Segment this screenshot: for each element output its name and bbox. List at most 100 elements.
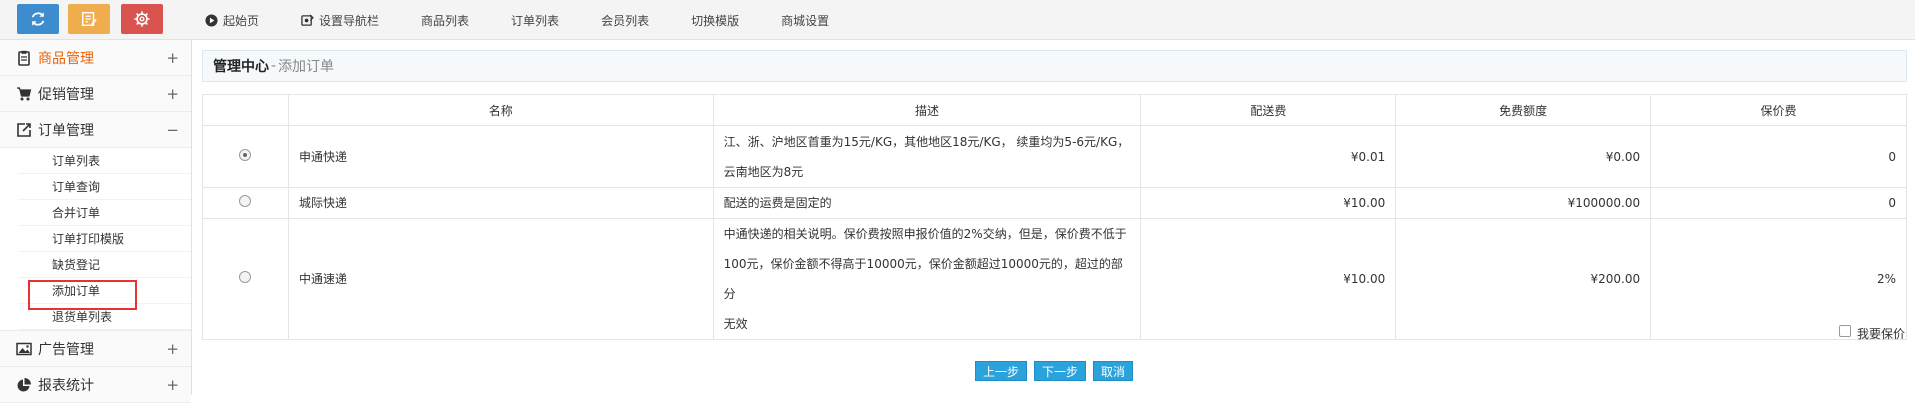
menu-ad-management[interactable]: 广告管理 + <box>0 331 191 367</box>
shipping-description: 江、浙、沪地区首重为15元/KG，其他地区18元/KG， 续重均为5-6元/KG… <box>712 125 1142 188</box>
submenu-order-query[interactable]: 订单查询 <box>18 174 191 200</box>
clipboard-icon <box>16 50 32 66</box>
insure-checkbox[interactable] <box>1839 324 1851 337</box>
desc-line: 无效 <box>723 317 748 331</box>
desc-line: 中通快递的相关说明。保价费按照申报价值的2%交纳，但是，保价费不低于 <box>723 227 1127 241</box>
expand-toggle[interactable]: + <box>166 376 179 394</box>
menu-label: 广告管理 <box>38 341 94 358</box>
col-description: 描述 <box>712 94 1142 126</box>
nav-label: 起始页 <box>223 13 260 28</box>
desc-line: 云南地区为8元 <box>723 164 804 179</box>
col-select <box>202 94 289 126</box>
table-header-row: 名称 描述 配送费 免费额度 保价费 <box>202 94 1907 126</box>
col-shipping-fee: 配送费 <box>1140 94 1397 126</box>
play-circle-icon <box>205 13 218 27</box>
menu-goods-management[interactable]: 商品管理 + <box>0 40 191 76</box>
nav-switch-template[interactable]: 切换模版 <box>691 12 739 29</box>
shipping-name: 城际快递 <box>287 187 714 219</box>
insure-label: 我要保价 <box>1857 327 1906 341</box>
shipping-description: 中通快递的相关说明。保价费按照申报价值的2%交纳，但是，保价费不低于 100元，… <box>712 218 1142 340</box>
next-step-button[interactable]: 下一步 <box>1034 361 1087 381</box>
col-free-amount: 免费额度 <box>1395 94 1652 126</box>
shipping-fee: ¥10.00 <box>1140 187 1397 219</box>
refresh-icon <box>31 12 45 26</box>
submenu-out-of-stock[interactable]: 缺货登记 <box>18 252 191 278</box>
free-amount: ¥0.00 <box>1395 125 1652 188</box>
insure-option[interactable]: 我要保价 <box>1839 324 1906 342</box>
nav-label: 订单列表 <box>511 13 560 28</box>
nav-label: 切换模版 <box>691 13 740 28</box>
submenu-merge-orders[interactable]: 合并订单 <box>18 200 191 226</box>
nav-order-list[interactable]: 订单列表 <box>511 12 559 29</box>
submenu-order-print-template[interactable]: 订单打印模版 <box>18 226 191 252</box>
table-row[interactable]: 中通速递 中通快递的相关说明。保价费按照申报价值的2%交纳，但是，保价费不低于 … <box>202 218 1907 340</box>
edit-note-icon <box>81 11 97 27</box>
radio-cell <box>202 187 289 219</box>
nav-member-list[interactable]: 会员列表 <box>601 12 649 29</box>
notes-button[interactable] <box>68 4 110 34</box>
image-icon <box>16 341 32 357</box>
free-amount: ¥100000.00 <box>1395 187 1652 219</box>
nav-label: 会员列表 <box>601 13 650 28</box>
shipping-name: 中通速递 <box>287 218 714 340</box>
expand-toggle[interactable]: + <box>166 85 179 103</box>
breadcrumb-current: 添加订单 <box>278 59 335 75</box>
col-name: 名称 <box>287 94 714 126</box>
shipping-radio[interactable] <box>239 271 252 283</box>
main-content: 管理中心 - 添加订单 名称 描述 配送费 免费额度 保价费 申通快递 江、浙、 <box>202 50 1907 381</box>
cart-icon <box>16 86 32 102</box>
shipping-description: 配送的运费是固定的 <box>712 187 1142 219</box>
external-edit-icon <box>16 122 32 138</box>
nav-label: 设置导航栏 <box>319 13 380 28</box>
shipping-fee: ¥0.01 <box>1140 125 1397 188</box>
nav-goods-list[interactable]: 商品列表 <box>421 12 469 29</box>
submenu-order-list[interactable]: 订单列表 <box>18 148 191 174</box>
menu-label: 报表统计 <box>38 377 94 394</box>
shipping-name: 申通快递 <box>287 125 714 188</box>
menu-report-statistics[interactable]: 报表统计 + <box>0 367 191 403</box>
shipping-radio[interactable] <box>239 195 252 207</box>
cancel-button[interactable]: 取消 <box>1093 361 1134 381</box>
insurance-fee: 2% <box>1650 218 1907 340</box>
nav-label: 商城设置 <box>781 13 830 28</box>
shipping-table: 名称 描述 配送费 免费额度 保价费 申通快递 江、浙、沪地区首重为15元/KG… <box>202 94 1907 340</box>
shipping-fee: ¥10.00 <box>1140 218 1397 340</box>
menu-label: 商品管理 <box>38 50 94 67</box>
table-row[interactable]: 申通快递 江、浙、沪地区首重为15元/KG，其他地区18元/KG， 续重均为5-… <box>202 125 1907 188</box>
desc-line: 江、浙、沪地区首重为15元/KG，其他地区18元/KG， 续重均为5-6元/KG… <box>723 134 1130 149</box>
nav-start-page[interactable]: 起始页 <box>205 12 259 29</box>
settings-button[interactable] <box>121 4 163 34</box>
insurance-fee: 0 <box>1650 187 1907 219</box>
refresh-button[interactable] <box>17 4 59 34</box>
sidebar: 商品管理 + 促销管理 + 订单管理 − 订单列表 订单查询 合并订单 订单打印… <box>0 40 192 403</box>
top-toolbar: 起始页 设置导航栏 商品列表 订单列表 会员列表 切换模版 商城设置 <box>0 0 1915 40</box>
settings-edit-icon <box>301 14 314 26</box>
breadcrumb: 管理中心 - 添加订单 <box>202 50 1907 82</box>
radio-cell <box>202 218 289 340</box>
shipping-radio[interactable] <box>239 148 252 161</box>
expand-toggle[interactable]: + <box>166 340 179 358</box>
menu-label: 订单管理 <box>38 122 94 139</box>
submenu-add-order[interactable]: 添加订单 <box>18 278 191 310</box>
nav-set-navbar[interactable]: 设置导航栏 <box>301 12 379 29</box>
submenu-return-list[interactable]: 退货单列表 <box>18 304 191 330</box>
nav-shop-settings[interactable]: 商城设置 <box>781 12 829 29</box>
expand-toggle[interactable]: + <box>166 49 179 67</box>
desc-line: 100元，保价金额不得高于10000元，保价金额超过10000元的，超过的部分 <box>723 257 1123 301</box>
free-amount: ¥200.00 <box>1395 218 1652 340</box>
menu-promotion-management[interactable]: 促销管理 + <box>0 76 191 112</box>
radio-cell <box>202 125 289 188</box>
top-nav: 起始页 设置导航栏 商品列表 订单列表 会员列表 切换模版 商城设置 <box>205 0 871 40</box>
order-submenu: 订单列表 订单查询 合并订单 订单打印模版 缺货登记 添加订单 退货单列表 <box>0 148 191 331</box>
menu-order-management[interactable]: 订单管理 − <box>0 112 191 148</box>
gear-icon <box>134 11 150 27</box>
insurance-fee: 0 <box>1650 125 1907 188</box>
form-actions: 上一步 下一步 取消 <box>975 361 1140 381</box>
table-row[interactable]: 城际快递 配送的运费是固定的 ¥10.00 ¥100000.00 0 <box>202 187 1907 219</box>
prev-step-button[interactable]: 上一步 <box>975 361 1028 381</box>
nav-label: 商品列表 <box>421 13 470 28</box>
col-insurance-fee: 保价费 <box>1650 94 1907 126</box>
menu-label: 促销管理 <box>38 86 94 103</box>
breadcrumb-root[interactable]: 管理中心 <box>213 56 269 76</box>
collapse-toggle[interactable]: − <box>166 121 179 139</box>
